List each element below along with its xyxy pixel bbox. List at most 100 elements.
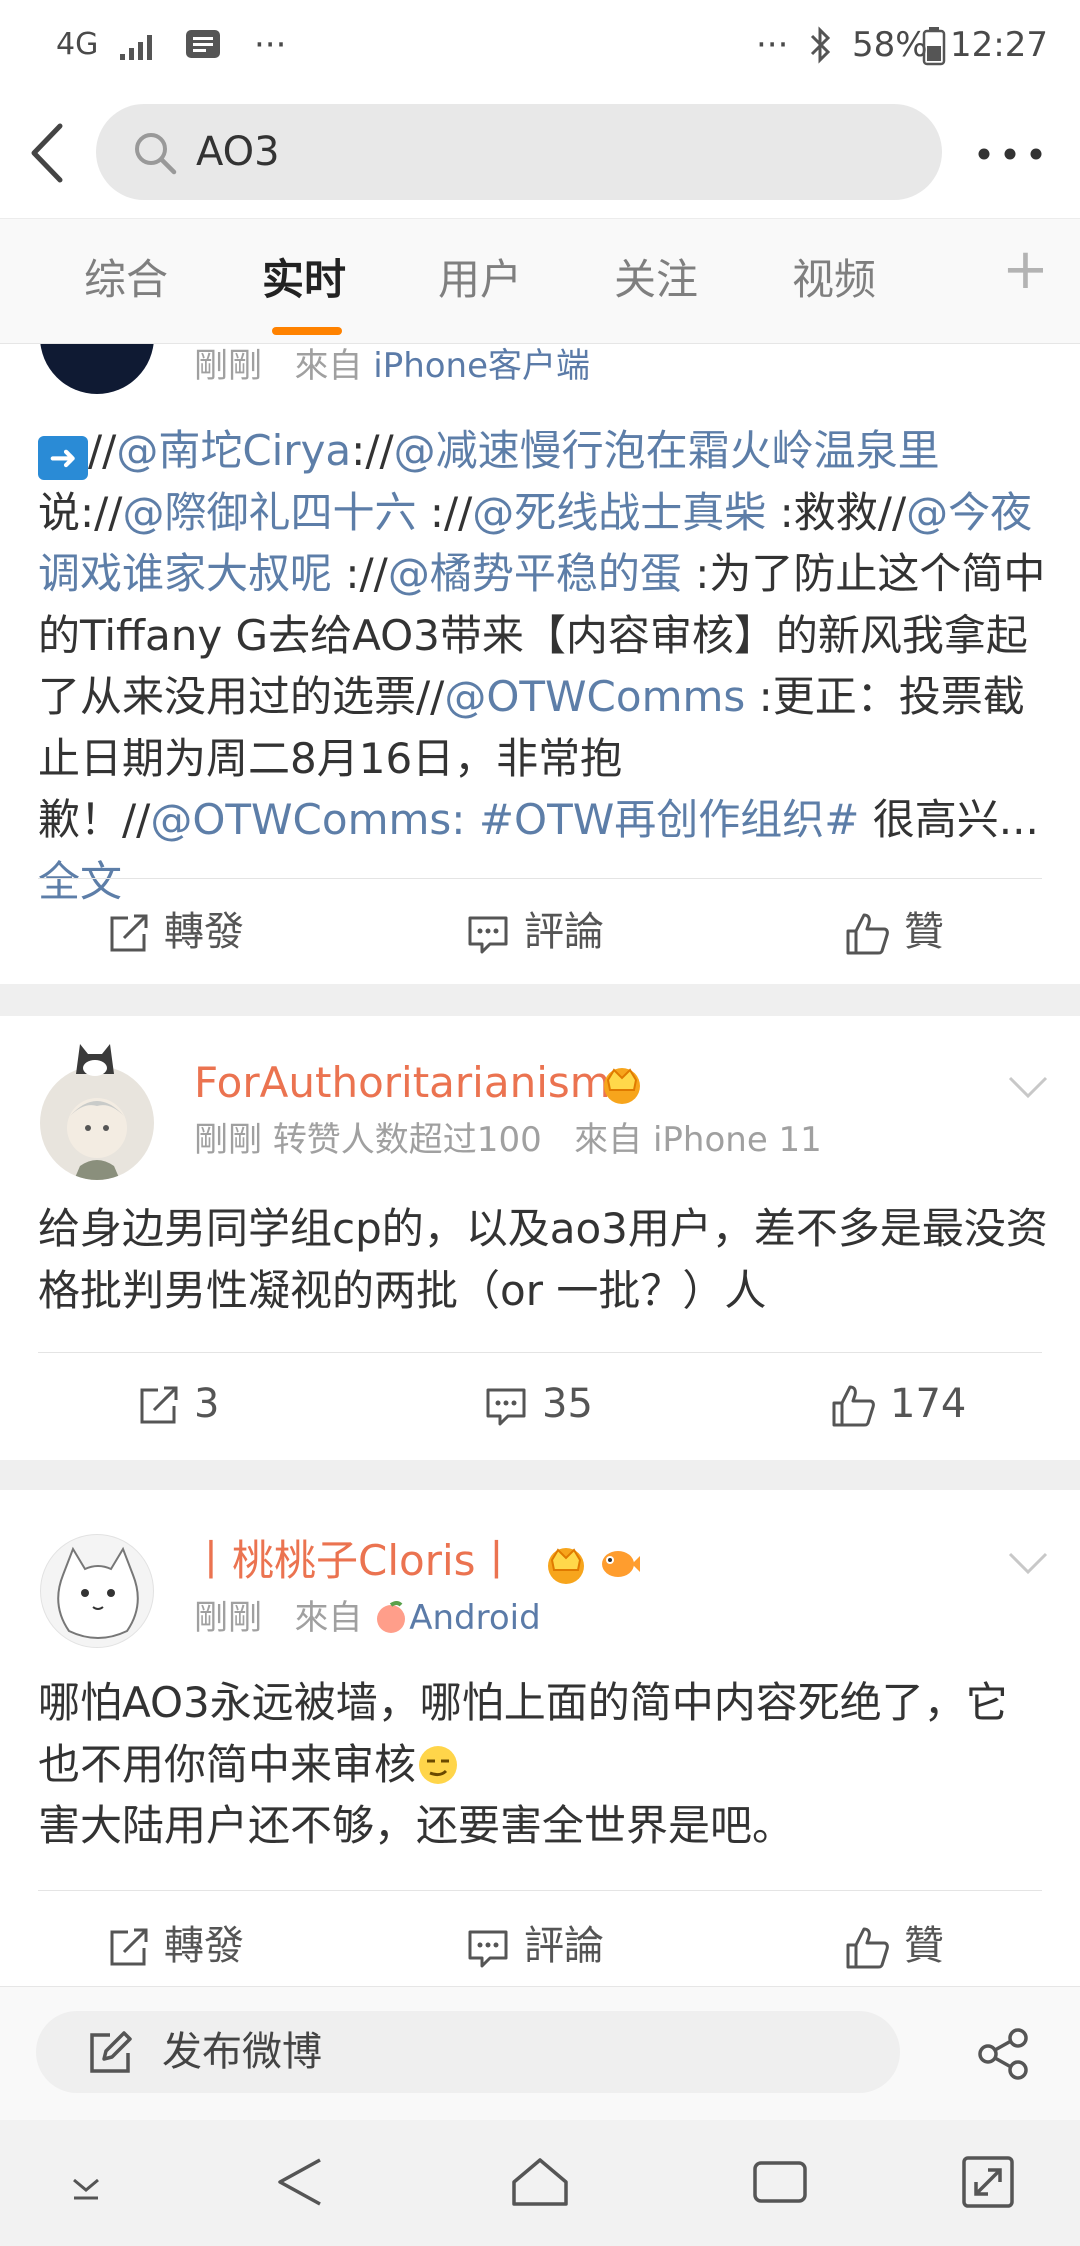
avatar-illustration xyxy=(57,1546,139,1639)
expand-full-text-link[interactable]: 全文 xyxy=(38,857,122,906)
post-body: 给身边男同学组cp的，以及ao3用户，差不多是最没资格批判男性凝视的两批（or … xyxy=(38,1204,1048,1315)
message-icon xyxy=(186,30,220,58)
search-icon xyxy=(135,133,177,175)
tab-following[interactable]: 关注 xyxy=(614,253,698,307)
repost-icon xyxy=(110,914,148,952)
active-tab-indicator xyxy=(272,327,342,335)
text-segment: 说:// xyxy=(38,487,123,537)
tab-users[interactable]: 用户 xyxy=(438,253,522,307)
source-prefix: 來自 xyxy=(294,346,363,386)
like-label: 贊 xyxy=(904,909,944,955)
source-prefix: 來自 xyxy=(294,1598,363,1638)
divider xyxy=(38,878,1042,879)
recent-apps-icon[interactable] xyxy=(752,2158,808,2206)
post-body: 哪怕AO3永远被墙，哪怕上面的简中内容死绝了，它也不用你简中来审核 害大陆用户还… xyxy=(38,1672,1048,1857)
comment-label: 評論 xyxy=(524,909,604,955)
mention-link[interactable]: @南坨Cirya xyxy=(116,426,351,475)
search-query: AO3 xyxy=(196,129,280,175)
username[interactable]: 丨桃桃子Cloris丨 xyxy=(190,1534,518,1588)
text-segment: : xyxy=(451,795,479,844)
username[interactable]: ForAuthoritarianism xyxy=(194,1056,611,1110)
back-arrow-icon[interactable] xyxy=(24,120,70,186)
hashtag-link[interactable]: #OTW再创作组织# xyxy=(479,795,860,844)
post-card[interactable]: 剛剛 來自 iPhone客户端 ➜//@南坨Cirya://@减速慢行泡在霜火岭… xyxy=(0,344,1080,984)
battery-percent: 58% xyxy=(852,25,928,65)
mention-link[interactable]: @際御礼四十六 xyxy=(122,488,416,537)
repost-icon xyxy=(110,1928,148,1966)
comment-button[interactable]: 評論 xyxy=(466,906,604,958)
body-line: 害大陆用户还不够，还要害全世界是吧。 xyxy=(38,1801,795,1850)
comment-button[interactable]: 評論 xyxy=(466,1920,604,1972)
like-button[interactable]: 贊 xyxy=(844,906,944,958)
thumbs-up-icon xyxy=(846,913,889,955)
mention-link[interactable]: @OTWComms xyxy=(444,672,745,721)
search-header: AO3 xyxy=(0,92,1080,218)
comment-icon xyxy=(468,916,508,954)
feed-separator xyxy=(0,984,1080,1016)
thumbs-up-icon xyxy=(832,1385,875,1427)
like-button[interactable]: 贊 xyxy=(844,1920,944,1972)
comment-button[interactable]: 35 xyxy=(484,1378,593,1430)
back-nav-icon[interactable] xyxy=(272,2154,328,2210)
text-segment: :救救// xyxy=(766,487,907,537)
search-input[interactable]: AO3 xyxy=(96,104,942,200)
battery-icon xyxy=(922,27,946,66)
like-count: 174 xyxy=(890,1381,967,1427)
post-time: 剛剛 xyxy=(194,1120,262,1160)
mention-link[interactable]: @死线战士真柴 xyxy=(472,488,766,537)
mention-link[interactable]: @OTWComms xyxy=(150,795,451,844)
chevron-down-icon[interactable] xyxy=(1006,1548,1050,1578)
post-body: ➜//@南坨Cirya://@减速慢行泡在霜火岭温泉里说://@際御礼四十六 :… xyxy=(38,420,1048,912)
text-segment: :// xyxy=(332,549,388,598)
avatar[interactable] xyxy=(40,1066,154,1180)
post-source[interactable]: iPhone 11 xyxy=(653,1120,822,1160)
avatar[interactable] xyxy=(40,344,154,394)
more-options-icon[interactable] xyxy=(976,142,1046,166)
hide-keyboard-icon[interactable] xyxy=(66,2172,106,2202)
post-meta: 剛剛 來自 Android xyxy=(194,1596,541,1640)
peach-emoji-icon xyxy=(377,1601,406,1633)
vip-crown-icon xyxy=(604,1068,640,1104)
feed-separator xyxy=(0,1460,1080,1490)
mention-link[interactable]: @减速慢行泡在霜火岭温泉里 xyxy=(394,426,940,475)
repost-button[interactable]: 轉發 xyxy=(106,906,244,958)
post-source[interactable]: Android xyxy=(409,1598,540,1638)
signal-icon xyxy=(120,35,152,60)
post-card[interactable]: ForAuthoritarianism 剛剛 转赞人数超过100 來自 iPho… xyxy=(0,1016,1080,1476)
smirk-emoji-icon xyxy=(419,1745,458,1784)
bluetooth-icon xyxy=(810,26,831,64)
system-nav-bar xyxy=(0,2120,1080,2246)
home-nav-icon[interactable] xyxy=(510,2154,570,2210)
fullscreen-icon[interactable] xyxy=(960,2154,1016,2210)
tab-realtime[interactable]: 实时 xyxy=(262,253,346,307)
add-tab-button[interactable]: + xyxy=(1002,242,1049,298)
compose-post-button[interactable]: 发布微博 xyxy=(36,2011,900,2093)
text-segment: :// xyxy=(416,487,473,537)
like-button[interactable]: 174 xyxy=(830,1378,966,1430)
share-icon[interactable] xyxy=(976,2027,1030,2081)
comment-icon xyxy=(486,1388,526,1426)
tab-comprehensive[interactable]: 综合 xyxy=(84,253,168,307)
repost-count: 3 xyxy=(194,1381,220,1427)
notification-overflow: ··· xyxy=(254,25,287,65)
text-segment: 很高兴... xyxy=(859,795,1039,844)
source-prefix: 來自 xyxy=(574,1120,643,1160)
status-bar: 4G ··· ··· 58% 12:27 xyxy=(0,0,1080,92)
post-badge: 转赞人数超过100 xyxy=(272,1120,542,1160)
divider xyxy=(38,1352,1042,1353)
divider xyxy=(38,1890,1042,1891)
post-time: 剛剛 xyxy=(194,346,262,386)
body-line: 哪怕AO3永远被墙，哪怕上面的简中内容死绝了，它也不用你简中来审核 xyxy=(38,1678,1008,1789)
post-source[interactable]: iPhone客户端 xyxy=(373,346,590,386)
post-card[interactable]: 丨桃桃子Cloris丨 剛剛 來自 Android 哪怕AO3永远被墙，哪怕上面… xyxy=(0,1490,1080,1986)
mention-link[interactable]: @橘势平稳的蛋 xyxy=(388,549,682,598)
comment-icon xyxy=(468,1930,508,1968)
clock: 12:27 xyxy=(950,25,1048,65)
tab-bar: 综合 实时 用户 关注 视频 + xyxy=(0,218,1080,344)
repost-button[interactable]: 轉發 xyxy=(106,1920,244,1972)
compose-label: 发布微博 xyxy=(162,2029,322,2075)
chevron-down-icon[interactable] xyxy=(1006,1072,1050,1102)
repost-button[interactable]: 3 xyxy=(136,1378,219,1430)
tab-videos[interactable]: 视频 xyxy=(792,253,876,307)
avatar[interactable] xyxy=(40,1534,154,1648)
